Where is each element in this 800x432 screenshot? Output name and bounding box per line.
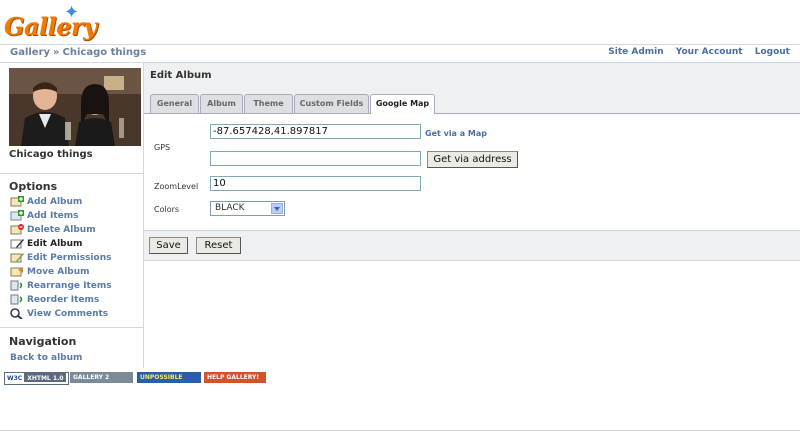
option-delete-album[interactable]: Delete Album bbox=[10, 224, 96, 237]
tab-album[interactable]: Album bbox=[200, 94, 243, 113]
gallery2-badge[interactable]: GALLERY 2 bbox=[70, 372, 133, 383]
option-view-comments[interactable]: View Comments bbox=[10, 308, 108, 321]
bottom-divider bbox=[0, 430, 800, 431]
delete-album-icon bbox=[10, 224, 25, 235]
page-title-bar: Edit Album bbox=[144, 63, 800, 87]
option-label: Add Album bbox=[27, 197, 83, 207]
save-button[interactable]: Save bbox=[149, 237, 188, 254]
option-label: Delete Album bbox=[27, 225, 96, 235]
option-move-album[interactable]: Move Album bbox=[10, 266, 90, 279]
move-album-icon bbox=[10, 266, 25, 277]
tab-google-map[interactable]: Google Map bbox=[370, 94, 435, 114]
options-heading: Options bbox=[9, 180, 58, 193]
logo-text: Gallery bbox=[4, 12, 97, 41]
action-bar: Save Reset bbox=[144, 230, 800, 261]
tab-strip: General Album Theme Custom Fields Google… bbox=[144, 87, 800, 114]
navigation-heading: Navigation bbox=[9, 335, 77, 348]
edit-permissions-icon bbox=[10, 252, 25, 263]
zoom-level-input[interactable] bbox=[210, 176, 421, 191]
option-add-album[interactable]: Add Album bbox=[10, 196, 82, 209]
colors-select[interactable]: BLACK bbox=[210, 201, 285, 216]
get-via-map-link[interactable]: Get via a Map bbox=[425, 129, 487, 138]
logout-link[interactable]: Logout bbox=[755, 47, 790, 57]
edit-album-icon bbox=[10, 238, 25, 249]
your-account-link[interactable]: Your Account bbox=[676, 47, 743, 57]
view-comments-icon bbox=[10, 308, 25, 320]
sidebar: Chicago things Options Add Album Add Ite… bbox=[0, 63, 144, 368]
site-header: Gallery ✦ bbox=[0, 0, 800, 45]
zoom-level-label: ZoomLevel bbox=[154, 182, 199, 191]
option-edit-permissions[interactable]: Edit Permissions bbox=[10, 252, 111, 265]
option-edit-album[interactable]: Edit Album bbox=[10, 238, 82, 251]
tab-custom-fields[interactable]: Custom Fields bbox=[294, 94, 369, 113]
unpossible-badge[interactable]: UNPOSSIBLE bbox=[137, 372, 201, 383]
option-label: Reorder Items bbox=[27, 295, 100, 305]
help-gallery-badge[interactable]: HELP GALLERY! bbox=[204, 372, 266, 383]
rearrange-items-icon bbox=[10, 280, 25, 291]
xhtml-badge[interactable]: W3C XHTML 1.0 bbox=[4, 372, 69, 385]
breadcrumb-separator: » bbox=[53, 47, 60, 58]
album-thumbnail[interactable] bbox=[9, 68, 141, 146]
reset-button[interactable]: Reset bbox=[196, 237, 241, 254]
option-label: Edit Permissions bbox=[27, 253, 112, 263]
chevron-down-icon[interactable] bbox=[271, 203, 283, 214]
site-admin-link[interactable]: Site Admin bbox=[608, 47, 663, 57]
album-title: Chicago things bbox=[9, 149, 93, 160]
add-album-icon bbox=[10, 196, 25, 207]
option-reorder-items[interactable]: Reorder Items bbox=[10, 294, 99, 307]
get-via-address-button[interactable]: Get via address bbox=[427, 151, 518, 168]
address-input[interactable] bbox=[210, 151, 421, 166]
system-links: Site Admin Your Account Logout bbox=[599, 47, 790, 57]
breadcrumb: Gallery» Chicago things bbox=[10, 47, 146, 58]
gps-label: GPS bbox=[154, 143, 171, 152]
option-label: Edit Album bbox=[27, 239, 83, 249]
reorder-items-icon bbox=[10, 294, 25, 305]
gps-input[interactable] bbox=[210, 124, 421, 139]
option-label: Rearrange Items bbox=[27, 281, 112, 291]
option-label: Move Album bbox=[27, 267, 90, 277]
breadcrumb-bar: Gallery» Chicago things Site Admin Your A… bbox=[0, 45, 800, 63]
option-label: View Comments bbox=[27, 309, 109, 319]
divider bbox=[0, 327, 143, 328]
tab-theme[interactable]: Theme bbox=[244, 94, 293, 113]
sparkle-icon: ✦ bbox=[64, 2, 80, 23]
option-label: Add Items bbox=[27, 211, 79, 221]
page-title: Edit Album bbox=[150, 70, 212, 81]
colors-label: Colors bbox=[154, 205, 180, 214]
breadcrumb-current[interactable]: Chicago things bbox=[63, 47, 147, 58]
add-items-icon bbox=[10, 210, 25, 221]
breadcrumb-gallery[interactable]: Gallery bbox=[10, 47, 50, 58]
option-rearrange-items[interactable]: Rearrange Items bbox=[10, 280, 112, 293]
back-to-album-link[interactable]: Back to album bbox=[10, 353, 82, 363]
google-map-form: GPS Get via a Map Get via address ZoomLe… bbox=[144, 114, 800, 229]
divider bbox=[0, 173, 143, 174]
colors-selected-value: BLACK bbox=[215, 203, 245, 213]
tab-general[interactable]: General bbox=[150, 94, 199, 113]
option-add-items[interactable]: Add Items bbox=[10, 210, 78, 223]
